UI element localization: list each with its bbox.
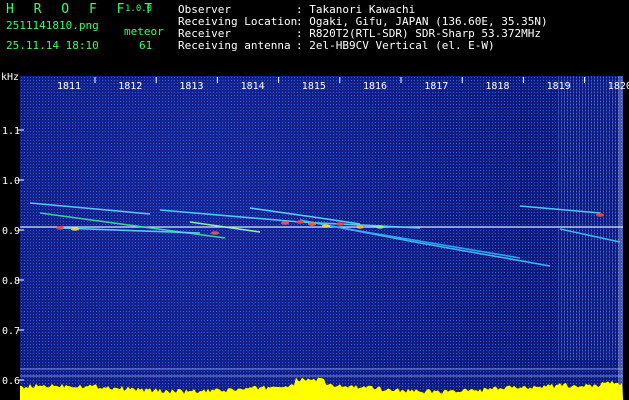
x-tick-label: 1818 bbox=[485, 81, 509, 92]
meteor-echo-head bbox=[211, 231, 219, 235]
meteor-echo-head bbox=[71, 227, 79, 231]
y-tick-label: 0.7 bbox=[2, 326, 20, 337]
y-tick-label: 0.9 bbox=[2, 226, 20, 237]
spectrogram-overlay: 1.1 1.0 0.9 0.8 0.7 0.6 1811 1812 1813 1814 1815 18… bbox=[2, 77, 629, 400]
y-tick-label: 1.0 bbox=[2, 176, 20, 187]
x-tick-label: 1820 bbox=[608, 81, 629, 92]
meteor-echo-head bbox=[56, 226, 64, 230]
x-tick-label: 1817 bbox=[424, 81, 448, 92]
x-tick-label: 1816 bbox=[363, 81, 387, 92]
meteor-echo-trace bbox=[329, 225, 521, 259]
meteor-echo-trace bbox=[59, 227, 201, 234]
x-tick-label: 1813 bbox=[179, 81, 203, 92]
meteor-echo-head bbox=[596, 213, 604, 217]
x-tick-label: 1811 bbox=[57, 81, 81, 92]
meteor-echo-head bbox=[296, 220, 304, 224]
meteor-echo-head bbox=[356, 225, 364, 229]
x-tick-label: 1814 bbox=[241, 81, 265, 92]
meteor-echo-trace bbox=[29, 202, 151, 215]
meteor-echo-head bbox=[322, 224, 330, 228]
meteor-echo-trace bbox=[519, 205, 601, 214]
meteor-echo-head bbox=[281, 221, 289, 225]
meteor-echo-head bbox=[376, 225, 384, 229]
y-tick-label: 0.8 bbox=[2, 276, 20, 287]
x-tick-label: 1819 bbox=[547, 81, 571, 92]
x-tick-label: 1815 bbox=[302, 81, 326, 92]
y-tick-label: 1.1 bbox=[2, 126, 20, 137]
meteor-echo-trace bbox=[39, 212, 226, 239]
y-tick-label: 0.6 bbox=[2, 376, 20, 387]
x-tick-label: 1812 bbox=[118, 81, 142, 92]
signal-histogram bbox=[20, 377, 623, 400]
meteor-echo-head bbox=[308, 222, 316, 226]
meteor-echo-head bbox=[336, 222, 344, 226]
meteor-echo-trace bbox=[559, 228, 621, 243]
